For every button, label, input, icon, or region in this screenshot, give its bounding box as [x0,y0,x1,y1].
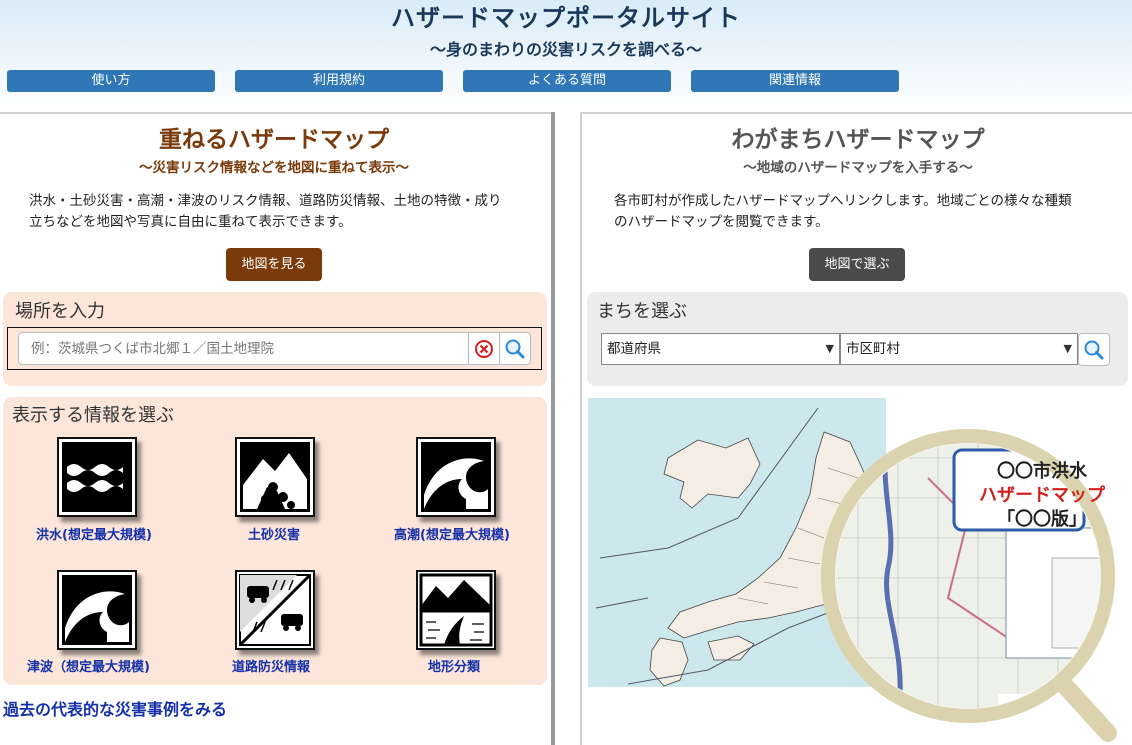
magnifier-line-3: 「〇〇版」 [997,509,1087,530]
site-header: ハザードマップポータルサイト 〜身のまわりの災害リスクを調べる〜 使い方 利用規… [0,0,1132,112]
view-map-button[interactable]: 地図を見る [226,248,322,281]
landslide-label[interactable]: 土砂災害 [248,524,300,543]
clear-icon [475,340,493,358]
tsunami-label[interactable]: 津波（想定最大規模) [27,656,150,675]
left-panel-subtitle: 〜災害リスク情報などを地図に重ねて表示〜 [139,160,409,176]
flood-label[interactable]: 洪水(想定最大規模) [36,524,152,543]
flood-icon[interactable] [57,437,137,517]
city-select-value: 市区町村 [846,341,900,357]
prefecture-select[interactable]: 都道府県 ▼ [601,333,840,365]
nav-terms-button[interactable]: 利用規約 [235,70,443,92]
search-icon [1084,340,1104,360]
location-search-button[interactable] [499,332,531,365]
storm-surge-icon[interactable] [416,437,496,517]
nav-related-info-button[interactable]: 関連情報 [691,70,899,92]
road-disaster-label[interactable]: 道路防災情報 [232,656,310,675]
past-disaster-cases-link[interactable]: 過去の代表的な災害事例をみる [3,696,227,720]
magnifier-label: 〇〇市洪水 ハザードマップ 「〇〇版」 [972,460,1112,535]
landslide-icon[interactable] [235,437,315,517]
right-panel-subtitle: 〜地域のハザードマップを入手する〜 [743,160,973,176]
site-title: ハザードマップポータルサイト [391,4,741,32]
magnifier-line-1: 〇〇市洪水 [997,461,1087,482]
prefecture-select-value: 都道府県 [607,341,661,357]
info-box-title: 表示する情報を選ぶ [12,405,174,426]
location-box-title: 場所を入力 [15,301,105,322]
town-select-title: まちを選ぶ [597,301,687,322]
right-panel-description: 各市町村が作成したハザードマップへリンクします。地域ごとの様々な種類 のハザード… [614,191,1114,233]
road-disaster-icon[interactable] [235,570,315,650]
right-description-line-2: のハザードマップを閲覧できます。 [614,214,829,230]
left-panel-description: 洪水・土砂災害・高潮・津波のリスク情報、道路防災情報、土地の特徴・成り 立ちなど… [29,191,529,233]
terrain-label[interactable]: 地形分類 [428,656,480,675]
search-icon [505,339,525,359]
chevron-down-icon: ▼ [1063,342,1072,355]
chevron-down-icon: ▼ [825,342,834,355]
left-panel-title: 重ねるハザードマップ [159,127,389,153]
panel-divider [551,112,555,745]
site-subtitle: 〜身のまわりの災害リスクを調べる〜 [429,40,702,59]
location-search-input[interactable] [18,332,470,365]
clear-search-button[interactable] [468,332,500,365]
left-description-line-1: 洪水・土砂災害・高潮・津波のリスク情報、道路防災情報、土地の特徴・成り [29,193,502,209]
magnifier-line-2: ハザードマップ [979,485,1105,506]
nav-how-to-use-button[interactable]: 使い方 [7,70,215,92]
tsunami-icon[interactable] [57,570,137,650]
right-panel-title: わがまちハザードマップ [731,127,985,153]
select-on-map-button[interactable]: 地図で選ぶ [809,248,905,281]
left-description-line-2: 立ちなどを地図や写真に自由に重ねて表示できます。 [29,214,352,230]
city-select[interactable]: 市区町村 ▼ [840,333,1078,365]
right-description-line-1: 各市町村が作成したハザードマップへリンクします。地域ごとの様々な種類 [614,193,1072,209]
japan-map-image[interactable] [588,398,1132,745]
storm-surge-label[interactable]: 高潮(想定最大規模) [394,524,510,543]
terrain-icon[interactable] [416,570,496,650]
town-search-button[interactable] [1078,333,1110,366]
nav-faq-button[interactable]: よくある質問 [463,70,671,92]
